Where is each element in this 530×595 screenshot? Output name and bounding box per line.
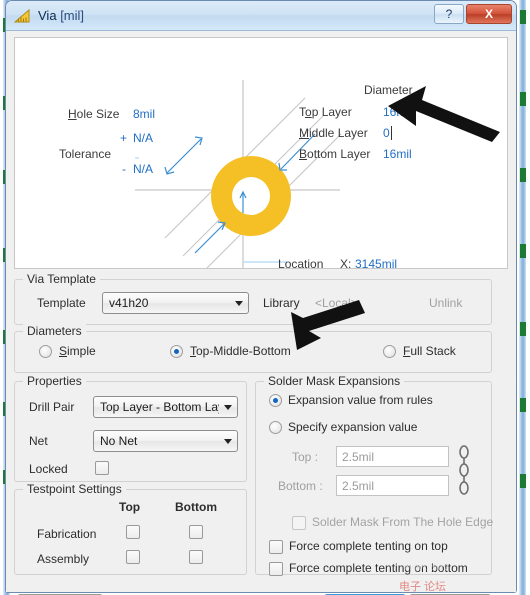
radio-full-stack[interactable] (383, 345, 396, 358)
force-tenting-top-label: Force complete tenting on top (289, 539, 448, 553)
chevron-down-icon (219, 431, 237, 451)
testpoint-fabrication-top-checkbox[interactable] (126, 525, 140, 539)
testpoint-assembly-bottom-checkbox[interactable] (189, 550, 203, 564)
properties-group-title: Properties (23, 374, 86, 388)
net-combobox[interactable]: No Net (93, 430, 238, 452)
diameter-header: Diameter (364, 83, 413, 97)
tolerance-minus-sign: - (122, 162, 126, 176)
radio-top-middle-bottom-label: Top-Middle-Bottom (190, 344, 291, 358)
testpoint-settings-group-title: Testpoint Settings (23, 482, 126, 496)
radio-simple[interactable] (39, 345, 52, 358)
force-tenting-bottom-label: Force complete tenting on bottom (289, 561, 468, 575)
dialog-client-area: Hole Size 8mil Tolerance + N/A - N/A Dia… (6, 31, 516, 595)
testpoint-fabrication-bottom-checkbox[interactable] (189, 525, 203, 539)
hole-size-label: Hole Size (68, 107, 120, 121)
via-template-group: Via Template Template v41h20 Library <Lo… (14, 272, 492, 325)
location-label: Location (278, 257, 324, 269)
solder-mask-bottom-label: Bottom : (278, 479, 323, 493)
background-dash (520, 92, 526, 106)
top-layer-value[interactable]: 16mil (383, 105, 412, 119)
solder-mask-group-title: Solder Mask Expansions (264, 374, 405, 388)
via-template-group-title: Via Template (23, 272, 100, 286)
testpoint-col-top: Top (119, 500, 141, 514)
locked-checkbox[interactable] (95, 461, 109, 475)
unlink-button[interactable]: Unlink (429, 296, 462, 310)
solder-mask-bottom-input[interactable]: 2.5mil (336, 475, 449, 496)
middle-layer-value[interactable]: 0 (383, 126, 392, 140)
hole-size-value[interactable]: 8mil (133, 107, 155, 121)
chevron-down-icon (230, 293, 248, 313)
drill-pair-combobox-value: Top Layer - Bottom Lay... (100, 400, 219, 414)
ruler-icon (14, 8, 32, 24)
background-dash (520, 244, 526, 258)
radio-simple-label: Simple (59, 344, 96, 358)
chain-link-icon[interactable] (456, 444, 472, 499)
radio-specify-expansion-value-label: Specify expansion value (288, 420, 418, 434)
properties-group: Properties Drill Pair Top Layer - Bottom… (14, 374, 247, 482)
location-x-value[interactable]: 3145mil (355, 257, 397, 268)
net-label: Net (29, 434, 48, 448)
background-right-strip (517, 0, 530, 595)
testpoint-settings-group: Testpoint Settings Top Bottom Fabricatio… (14, 482, 247, 575)
bottom-layer-value[interactable]: 16mil (383, 147, 412, 161)
background-rail-right (519, 0, 526, 595)
library-label: Library (263, 296, 300, 310)
background-dash (520, 10, 526, 24)
solder-mask-from-hole-edge-label: Solder Mask From The Hole Edge (312, 515, 494, 529)
tolerance-label: Tolerance (59, 147, 112, 161)
diameters-group: Diameters Simple Top-Middle-Bottom Full … (14, 324, 492, 373)
testpoint-row-fabrication-label: Fabrication (37, 527, 97, 541)
window-title-unit: [mil] (60, 8, 85, 23)
tolerance-minus-value[interactable]: N/A (133, 162, 153, 176)
diameters-group-title: Diameters (23, 324, 86, 338)
window-buttons: ? X (434, 4, 512, 24)
via-preview-panel: Hole Size 8mil Tolerance + N/A - N/A Dia… (14, 37, 508, 269)
background-dash (520, 168, 526, 182)
radio-specify-expansion-value[interactable] (269, 421, 282, 434)
tolerance-plus-sign: + (120, 131, 128, 145)
window-title: Via [mil] (38, 8, 84, 23)
solder-mask-from-hole-edge-checkbox (292, 516, 306, 530)
testpoint-row-assembly-label: Assembly (37, 552, 90, 566)
background-dash (520, 474, 526, 488)
drill-pair-label: Drill Pair (29, 400, 75, 414)
via-properties-dialog: Via [mil] ? X Hole Size 8mil Tolerance +… (5, 0, 517, 595)
solder-mask-expansions-group: Solder Mask Expansions Expansion value f… (255, 374, 494, 576)
template-combobox[interactable]: v41h20 (102, 292, 249, 314)
force-tenting-bottom-checkbox[interactable] (269, 562, 283, 576)
radio-full-stack-label: Full Stack (403, 344, 456, 358)
middle-layer-label: Middle Layer (299, 126, 368, 140)
drill-pair-combobox[interactable]: Top Layer - Bottom Lay... (93, 396, 238, 418)
title-bar[interactable]: Via [mil] ? X (6, 1, 516, 31)
tolerance-plus-value[interactable]: N/A (133, 131, 153, 145)
solder-mask-top-label: Top : (292, 450, 319, 464)
bottom-layer-label: Bottom Layer (299, 147, 371, 161)
locked-label: Locked (29, 462, 68, 476)
close-button[interactable]: X (466, 4, 512, 24)
force-tenting-top-checkbox[interactable] (269, 540, 283, 554)
top-layer-label: Top Layer (299, 105, 352, 119)
solder-mask-top-input[interactable]: 2.5mil (336, 446, 449, 467)
radio-expansion-from-rules-label: Expansion value from rules (288, 393, 433, 407)
radio-expansion-from-rules[interactable] (269, 394, 282, 407)
help-button[interactable]: ? (434, 4, 464, 24)
net-combobox-value: No Net (100, 434, 138, 448)
radio-top-middle-bottom[interactable] (170, 345, 183, 358)
library-value: <Local> (315, 296, 358, 310)
location-x-label: X: (340, 257, 352, 269)
testpoint-assembly-top-checkbox[interactable] (126, 550, 140, 564)
template-label: Template (37, 296, 86, 310)
window-title-text: Via (38, 8, 57, 23)
background-dash (520, 322, 526, 336)
background-dash (520, 398, 526, 412)
chevron-down-icon (219, 397, 237, 417)
testpoint-col-bottom: Bottom (175, 500, 217, 514)
template-combobox-value: v41h20 (109, 296, 149, 310)
